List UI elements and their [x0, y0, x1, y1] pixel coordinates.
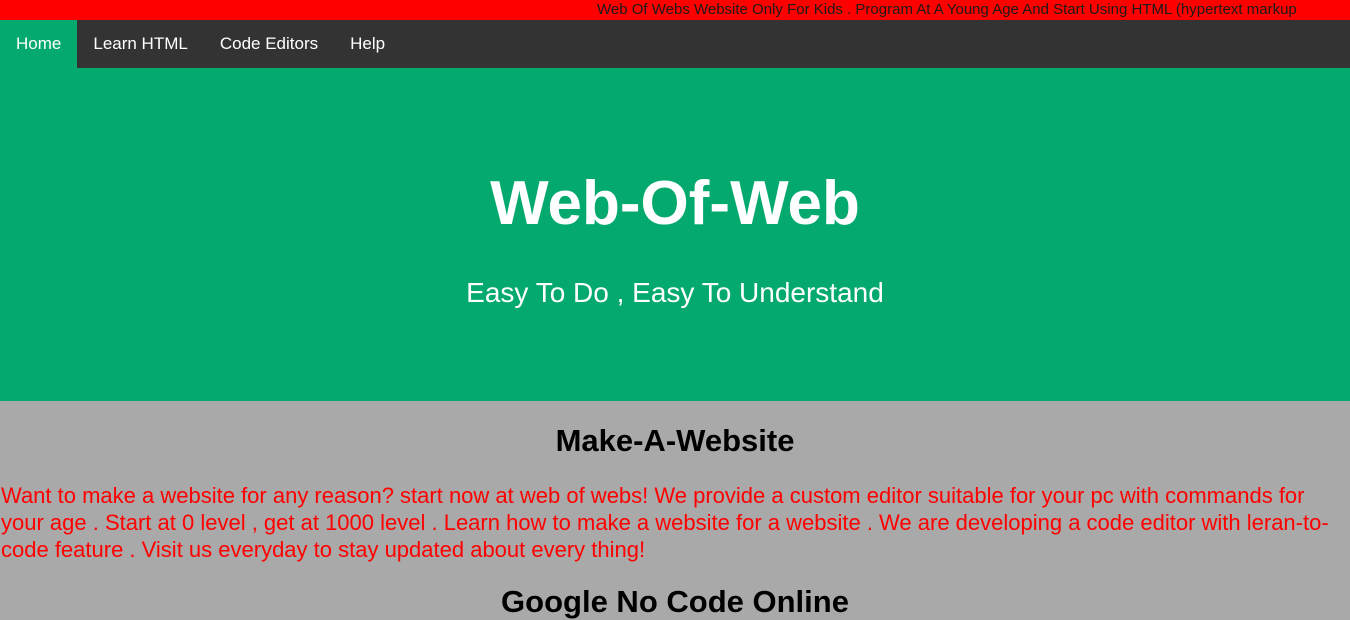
announcement-marquee: Web Of Webs Website Only For Kids . Prog… [0, 0, 1350, 20]
hero-banner: Web-Of-Web Easy To Do , Easy To Understa… [0, 68, 1350, 401]
hero-subtitle: Easy To Do , Easy To Understand [466, 277, 884, 308]
nav-item-learn-html[interactable]: Learn HTML [77, 20, 203, 68]
top-navbar: Home Learn HTML Code Editors Help [0, 20, 1350, 68]
main-content: Make-A-Website Want to make a website fo… [0, 401, 1350, 620]
section-heading-make-a-website: Make-A-Website [555, 423, 795, 458]
section-text-make-a-website: Want to make a website for any reason? s… [1, 483, 1329, 562]
nav-item-help[interactable]: Help [334, 20, 401, 68]
marquee-text: Web Of Webs Website Only For Kids . Prog… [597, 1, 1297, 18]
nav-item-home[interactable]: Home [0, 20, 78, 68]
hero-title: Web-Of-Web [490, 169, 860, 238]
section-heading-google-no-code: Google No Code Online [501, 584, 849, 619]
nav-item-code-editors[interactable]: Code Editors [204, 20, 334, 68]
